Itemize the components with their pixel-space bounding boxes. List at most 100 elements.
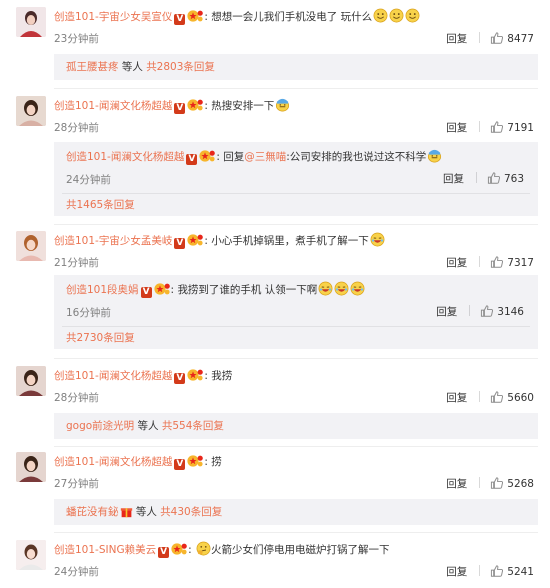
divider (475, 172, 477, 183)
thumbs-up-icon[interactable] (490, 476, 504, 495)
comment-line: 创造101-宇宙少女吴宣仪 V: 想想一会儿我们手机没电了 玩什么 (54, 7, 420, 27)
colon: : (188, 544, 192, 556)
reply-button[interactable]: 回复 (436, 306, 457, 318)
comment-line: 创造101-闻澜文化杨超越 V: 我捞 (54, 366, 232, 386)
username-link[interactable]: 创造101-闻澜文化杨超越 (54, 370, 172, 382)
laugh-emoji-icon (370, 232, 385, 254)
sub-reply-actions: 回复 3146 (436, 304, 524, 323)
reply-button[interactable]: 回复 (446, 122, 467, 134)
like-count: 5268 (507, 478, 534, 490)
comment-actions: 回复 5241 (446, 564, 534, 580)
comment-line: 创造101-闻澜文化杨超越 V: 捞 (54, 452, 222, 472)
reply-button[interactable]: 回复 (443, 173, 464, 185)
username-link[interactable]: 创造101-宇宙少女吴宣仪 (54, 11, 172, 23)
more-replies-line[interactable]: 蟠芘没有鉍 等人 共430条回复 (66, 503, 222, 521)
thumbs-up-icon[interactable] (487, 171, 501, 190)
smiley-icon (389, 8, 404, 30)
star-badge-icon (153, 282, 171, 302)
laugh-emoji-icon (350, 281, 365, 302)
comment-line: 创造101-SING赖美云 V: 火箭少女们停电用电磁炉打锅了解一下 (54, 540, 389, 560)
timestamp: 28分钟前 (54, 122, 99, 134)
sub-reply-text: :公司安排的我也说过这不科学 (286, 151, 427, 163)
reply-button[interactable]: 回复 (446, 257, 467, 269)
reply-button[interactable]: 回复 (446, 392, 467, 404)
thumbs-up-icon[interactable] (490, 255, 504, 274)
divider (479, 477, 481, 488)
divider (62, 193, 530, 194)
divider (479, 256, 481, 267)
reply-button[interactable]: 回复 (446, 33, 467, 45)
sweat-emoji-icon (427, 148, 442, 169)
v-badge-icon: V (140, 287, 152, 298)
colon: : (204, 11, 208, 23)
replier-link[interactable]: gogo前途光明 (66, 420, 134, 432)
v-badge-icon: V (174, 238, 186, 249)
reply-summary-box: 孤王腰甚疼 等人 共2803条回复 (54, 54, 538, 80)
timestamp: 23分钟前 (54, 33, 99, 45)
username-link[interactable]: 创造101-宇宙少女孟美岐 (54, 235, 172, 247)
thumbs-up-icon[interactable] (490, 390, 504, 409)
like-count: 8477 (507, 33, 534, 45)
comment-actions: 回复 5268 (446, 476, 534, 492)
star-badge-icon (198, 149, 216, 169)
thumbs-up-icon[interactable] (490, 564, 504, 583)
v-badge-icon: V (186, 154, 198, 165)
sub-reply-actions: 回复 763 (443, 171, 524, 190)
divider (479, 391, 481, 402)
thinking-emoji-icon (196, 541, 211, 563)
avatar[interactable] (16, 96, 46, 126)
username-link[interactable]: 创造101-闻澜文化杨超越 (54, 100, 172, 112)
colon: : (204, 235, 208, 247)
more-replies-link[interactable]: 共554条回复 (162, 420, 224, 432)
like-count: 5660 (507, 392, 534, 404)
reply-prefix: 回复 (223, 151, 245, 163)
thumbs-up-icon[interactable] (480, 304, 494, 323)
smiley-icon (373, 8, 388, 30)
comment-actions: 回复 7317 (446, 255, 534, 271)
laugh-emoji-icon (318, 281, 333, 302)
more-replies-line[interactable]: gogo前途光明 等人 共554条回复 (66, 417, 224, 435)
thumbs-up-icon[interactable] (490, 120, 504, 139)
avatar[interactable] (16, 231, 46, 261)
sub-reply-line: 创造101-闻澜文化杨超越 V: 回复@三無喵:公司安排的我也说过这不科学 (66, 148, 442, 166)
username-link[interactable]: 创造101段奥娟 (66, 284, 139, 296)
more-replies-link[interactable]: 共1465条回复 (66, 199, 135, 211)
avatar[interactable] (16, 7, 46, 37)
star-badge-icon (186, 9, 204, 30)
comment-text: 火箭少女们停电用电磁炉打锅了解一下 (210, 544, 390, 556)
comment-text: 小心手机掉锅里，煮手机了解一下 (211, 235, 369, 247)
avatar[interactable] (16, 452, 46, 482)
more-replies-line[interactable]: 共1465条回复 (66, 196, 135, 214)
like-count: 5241 (507, 566, 534, 578)
divider (479, 121, 481, 132)
v-badge-icon: V (174, 103, 186, 114)
more-replies-line[interactable]: 共2730条回复 (66, 329, 135, 347)
username-link[interactable]: 创造101-闻澜文化杨超越 (54, 456, 172, 468)
avatar[interactable] (16, 540, 46, 570)
username-link[interactable]: 创造101-闻澜文化杨超越 (66, 151, 184, 163)
reply-button[interactable]: 回复 (446, 566, 467, 578)
comment-line: 创造101-宇宙少女孟美岐 V: 小心手机掉锅里，煮手机了解一下 (54, 231, 385, 251)
replier-link[interactable]: 孤王腰甚疼 (66, 61, 119, 73)
comment-actions: 回复 5660 (446, 390, 534, 406)
more-replies-line[interactable]: 孤王腰甚疼 等人 共2803条回复 (66, 58, 215, 76)
username-link[interactable]: 创造101-SING赖美云 (54, 544, 156, 556)
thumbs-up-icon[interactable] (490, 31, 504, 50)
like-count: 7317 (507, 257, 534, 269)
comment-actions: 回复 7191 (446, 120, 534, 136)
more-replies-link[interactable]: 共2730条回复 (66, 332, 135, 344)
mention-link[interactable]: @三無喵 (244, 151, 286, 163)
timestamp: 24分钟前 (54, 566, 99, 578)
star-badge-icon (186, 98, 204, 119)
more-replies-link[interactable]: 共430条回复 (160, 506, 222, 518)
sub-reply-text: 我捞到了谁的手机 认领一下啊 (177, 284, 318, 296)
replier-link[interactable]: 蟠芘没有鉍 (66, 506, 119, 518)
divider (479, 32, 481, 43)
avatar[interactable] (16, 366, 46, 396)
laugh-emoji-icon (334, 281, 349, 302)
timestamp: 24分钟前 (66, 174, 111, 186)
row-divider (54, 532, 538, 533)
star-badge-icon (186, 368, 204, 389)
reply-button[interactable]: 回复 (446, 478, 467, 490)
more-replies-link[interactable]: 共2803条回复 (146, 61, 215, 73)
